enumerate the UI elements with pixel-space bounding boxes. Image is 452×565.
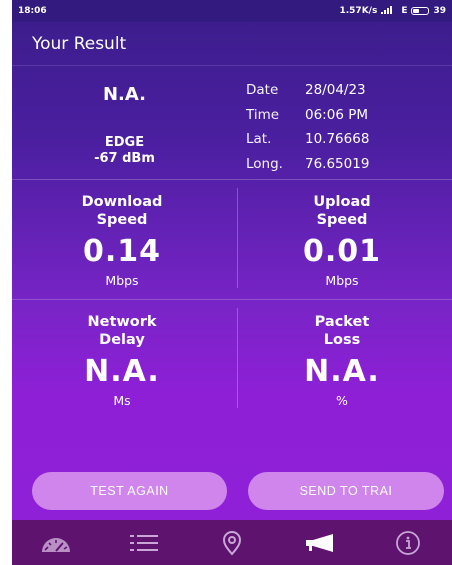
status-indicators: 1.57K/s E 39 [339, 5, 446, 17]
page-title: Your Result [32, 33, 127, 54]
detail-label: Lat. [246, 131, 272, 148]
test-details: Date 28/04/23 Time 06:06 PM Lat. 10.7666… [246, 78, 446, 176]
detail-date: Date 28/04/23 [246, 78, 446, 103]
test-again-button[interactable]: TEST AGAIN [32, 472, 227, 510]
download-unit: Mbps [105, 273, 139, 288]
megaphone-icon[interactable] [300, 526, 340, 560]
signal-summary: N.A. EDGE -67 dBm [12, 66, 237, 180]
download-value: 0.14 [82, 234, 162, 269]
quality-metrics-row: Network Delay N.A. Ms Packet Loss N.A. % [12, 300, 452, 422]
metric-title-line: Speed [316, 212, 368, 228]
metric-title-line: Speed [96, 212, 148, 228]
detail-label: Date [246, 82, 279, 99]
detail-value: 06:06 PM [305, 106, 368, 123]
status-bar: 18:06 1.57K/s E 39 [12, 0, 452, 22]
page-header: Your Result [12, 22, 452, 66]
metric-title-line: Delay [99, 332, 145, 348]
detail-latitude: Lat. 10.76668 [246, 127, 446, 152]
app-screen: 18:06 1.57K/s E 39 Your Result N.A. EDGE… [12, 0, 452, 565]
battery-icon [411, 7, 430, 15]
location-pin-icon[interactable] [212, 526, 252, 560]
metric-title: Upload Speed [232, 193, 452, 229]
detail-value: 76.65019 [305, 155, 370, 172]
loss-unit: % [336, 393, 348, 408]
network-type: EDGE [104, 135, 145, 150]
metric-title-line: Network [87, 314, 157, 330]
loss-value: N.A. [304, 354, 380, 389]
signal-value: N.A. [102, 84, 146, 105]
speed-metrics-row: Download Speed 0.14 Mbps Upload Speed 0.… [12, 180, 452, 300]
delay-unit: Ms [113, 393, 131, 408]
list-icon[interactable] [124, 526, 164, 560]
upload-speed-card: Upload Speed 0.01 Mbps [232, 180, 452, 299]
metric-title: Network Delay [12, 313, 232, 349]
battery-level: 39 [433, 6, 446, 16]
upload-unit: Mbps [325, 273, 359, 288]
detail-value: 10.76668 [305, 131, 370, 148]
metric-title-line: Upload [313, 194, 371, 210]
metric-title-line: Download [81, 194, 163, 210]
detail-value: 28/04/23 [305, 82, 366, 99]
signal-icon [381, 5, 397, 17]
detail-label: Time [246, 106, 280, 123]
metric-title: Packet Loss [232, 313, 452, 349]
metric-title-line: Loss [323, 332, 361, 348]
send-to-trai-button[interactable]: SEND TO TRAI [248, 472, 444, 510]
network-type-indicator: E [401, 6, 408, 16]
network-delay-card: Network Delay N.A. Ms [12, 300, 232, 422]
metric-title-line: Packet [314, 314, 370, 330]
status-time: 18:06 [18, 6, 47, 16]
detail-label: Long. [246, 155, 283, 172]
detail-time: Time 06:06 PM [246, 103, 446, 128]
result-summary: N.A. EDGE -67 dBm Date 28/04/23 Time 06:… [12, 66, 452, 180]
upload-value: 0.01 [302, 234, 382, 269]
detail-longitude: Long. 76.65019 [246, 152, 446, 177]
network-speed: 1.57K/s [339, 6, 378, 16]
signal-strength: -67 dBm [94, 151, 155, 166]
metric-title: Download Speed [12, 193, 232, 229]
info-icon[interactable] [388, 526, 428, 560]
download-speed-card: Download Speed 0.14 Mbps [12, 180, 232, 299]
bottom-navigation [12, 520, 452, 565]
packet-loss-card: Packet Loss N.A. % [232, 300, 452, 422]
delay-value: N.A. [84, 354, 160, 389]
speedometer-icon[interactable] [36, 526, 76, 560]
